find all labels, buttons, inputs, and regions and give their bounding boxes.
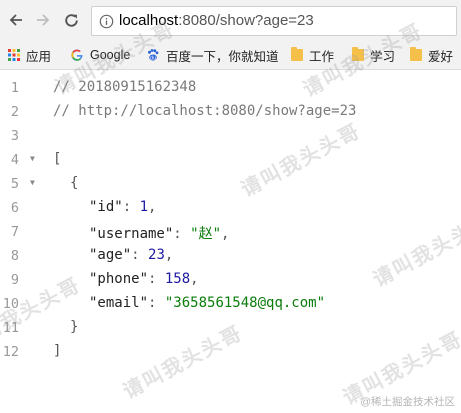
field-value: "3658561548@qq.com" bbox=[164, 295, 326, 311]
code-line: 6 "id": 1, bbox=[0, 196, 461, 220]
apps-grid-icon bbox=[8, 49, 20, 61]
field-key: "phone" bbox=[89, 271, 149, 287]
url-text[interactable]: localhost:8080/show?age=23 bbox=[119, 12, 314, 29]
json-viewer: 1 // 20180915162348 2 // http://localhos… bbox=[0, 72, 461, 413]
json-field: "id": 1, bbox=[89, 199, 157, 215]
folder-icon bbox=[410, 47, 422, 61]
arrow-left-icon bbox=[9, 14, 22, 26]
bookmark-folder-hobby[interactable]: 爱好 bbox=[410, 46, 453, 64]
close-brace: } bbox=[70, 319, 79, 335]
code-line: 2 // http://localhost:8080/show?age=23 bbox=[0, 100, 461, 124]
code-line: 4 ▼ [ bbox=[0, 148, 461, 172]
line-number: 2 bbox=[10, 104, 19, 120]
line-number: 8 bbox=[10, 248, 19, 264]
forward-button[interactable] bbox=[31, 7, 55, 33]
code-line: 11 } bbox=[0, 316, 461, 340]
folder-icon bbox=[352, 47, 364, 61]
address-bar[interactable]: localhost:8080/show?age=23 bbox=[91, 6, 457, 36]
line-number: 5 bbox=[10, 176, 19, 192]
bookmark-google-label: Google bbox=[90, 48, 131, 62]
line-number: 4 bbox=[10, 152, 19, 168]
bookmark-apps-label: 应用 bbox=[26, 49, 52, 64]
fold-toggle-icon[interactable]: ▼ bbox=[30, 178, 35, 187]
url-path: :8080/show?age=23 bbox=[178, 12, 314, 29]
code-line: 10 "email": "3658561548@qq.com" bbox=[0, 292, 461, 316]
info-icon[interactable] bbox=[99, 14, 114, 29]
field-value: "赵" bbox=[190, 226, 222, 242]
code-line: 5 ▼ { bbox=[0, 172, 461, 196]
bookmark-folder-hobby-label: 爱好 bbox=[428, 49, 454, 64]
json-field: "username": "赵", bbox=[89, 226, 230, 242]
field-value: 158 bbox=[164, 271, 191, 287]
code-line: 9 "phone": 158, bbox=[0, 268, 461, 292]
line-number: 6 bbox=[10, 200, 19, 216]
line-number: 11 bbox=[2, 320, 19, 336]
json-field: "phone": 158, bbox=[89, 271, 199, 287]
browser-toolbar: localhost:8080/show?age=23 bbox=[0, 0, 461, 40]
bookmark-baidu[interactable]: du 百度一下，你就知道 bbox=[146, 46, 279, 64]
bookmark-google[interactable]: Google bbox=[70, 46, 130, 64]
open-brace: { bbox=[70, 175, 79, 191]
watermark-credit: @稀土掘金技术社区 bbox=[360, 396, 455, 408]
bookmark-folder-work[interactable]: 工作 bbox=[291, 46, 334, 64]
bookmark-baidu-label: 百度一下，你就知道 bbox=[166, 49, 279, 64]
fold-toggle-icon[interactable]: ▼ bbox=[30, 154, 35, 163]
line-number: 1 bbox=[10, 80, 19, 96]
json-field: "age": 23, bbox=[89, 247, 174, 263]
code-line: 12 ] bbox=[0, 340, 461, 364]
field-key: "age" bbox=[89, 247, 132, 263]
svg-text:du: du bbox=[150, 56, 156, 62]
arrow-right-icon bbox=[37, 14, 50, 26]
line-number: 3 bbox=[10, 128, 19, 144]
field-value: 1 bbox=[139, 199, 149, 215]
code-line: 1 // 20180915162348 bbox=[0, 76, 461, 100]
code-line: 8 "age": 23, bbox=[0, 244, 461, 268]
field-key: "email" bbox=[89, 295, 149, 311]
bookmark-apps[interactable]: 应用 bbox=[8, 46, 51, 64]
line-number: 10 bbox=[2, 296, 19, 312]
json-field: "email": "3658561548@qq.com" bbox=[89, 295, 326, 311]
open-bracket: [ bbox=[53, 151, 62, 167]
field-key: "id" bbox=[89, 199, 123, 215]
folder-icon bbox=[291, 47, 303, 61]
baidu-paw-icon: du bbox=[148, 49, 159, 62]
back-button[interactable] bbox=[4, 7, 28, 33]
code-line: 3 bbox=[0, 124, 461, 148]
bookmark-folder-work-label: 工作 bbox=[309, 49, 335, 64]
field-value: 23 bbox=[148, 247, 165, 263]
close-bracket: ] bbox=[53, 343, 62, 359]
reload-button[interactable] bbox=[59, 7, 83, 33]
line-number: 9 bbox=[10, 272, 19, 288]
google-icon bbox=[71, 49, 83, 61]
reload-icon bbox=[64, 13, 78, 27]
bookmark-folder-study-label: 学习 bbox=[370, 49, 396, 64]
url-host: localhost bbox=[119, 12, 179, 29]
comment-date: // 20180915162348 bbox=[53, 79, 197, 95]
bookmarks-bar: 应用 Google du 百度一下，你就知道 工作 学习 爱好 bbox=[0, 40, 461, 70]
bookmark-folder-study[interactable]: 学习 bbox=[352, 46, 395, 64]
line-number: 12 bbox=[2, 344, 19, 360]
field-key: "username" bbox=[89, 226, 174, 242]
line-number: 7 bbox=[10, 224, 19, 240]
comment-url: // http://localhost:8080/show?age=23 bbox=[53, 103, 357, 119]
code-line: 7 "username": "赵", bbox=[0, 220, 461, 244]
